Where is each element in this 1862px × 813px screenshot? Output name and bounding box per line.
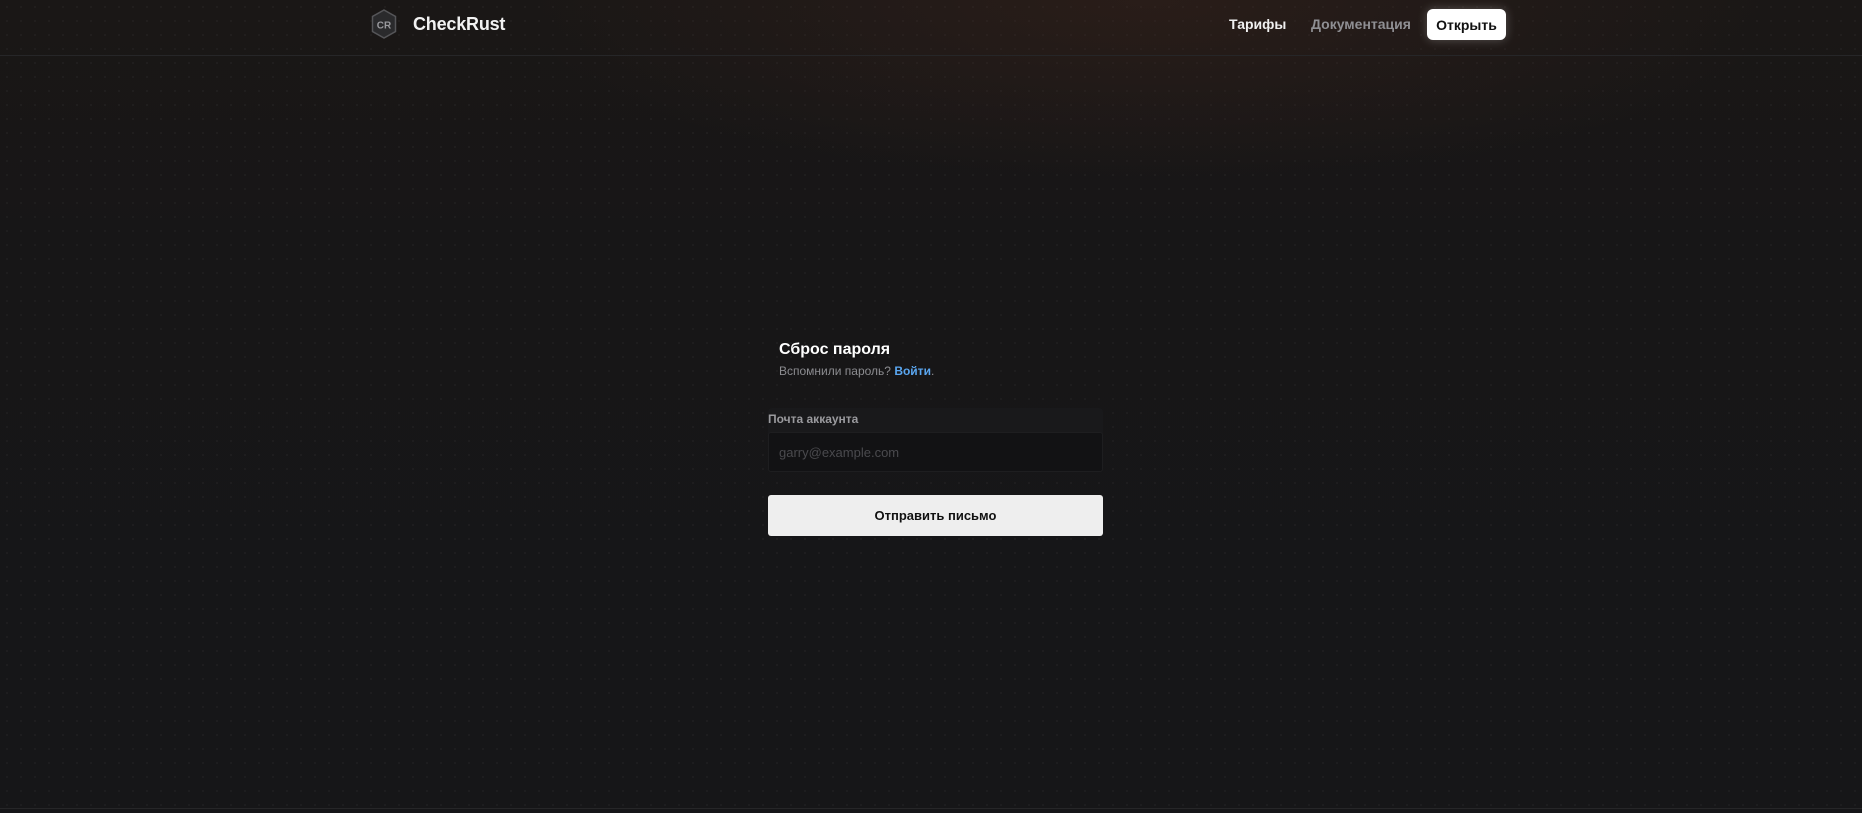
email-input[interactable]: [768, 432, 1103, 472]
subtitle-suffix: .: [930, 364, 935, 378]
top-nav-bar: CR CheckRust Тарифы Документация Открыть: [0, 0, 1862, 56]
footer-divider: [0, 808, 1862, 809]
page-title: Сброс пароля: [779, 341, 891, 358]
email-label: Почта аккаунта: [768, 412, 859, 426]
brand-name[interactable]: CheckRust: [413, 14, 505, 35]
nav-link-pricing[interactable]: Тарифы: [1229, 16, 1286, 32]
subtitle-prefix: Вспомнили пароль?: [779, 364, 895, 378]
login-link[interactable]: Войти: [894, 364, 931, 378]
page: CR CheckRust Тарифы Документация Открыть…: [0, 0, 1862, 813]
subtitle: Вспомнили пароль? Войти.: [779, 364, 934, 378]
nav-link-docs[interactable]: Документация: [1311, 16, 1411, 32]
send-email-button[interactable]: Отправить письмо: [768, 495, 1103, 536]
hexagon-logo-icon[interactable]: CR: [371, 9, 397, 39]
logo-text: CR: [377, 21, 392, 32]
open-button[interactable]: Открыть: [1427, 9, 1506, 40]
